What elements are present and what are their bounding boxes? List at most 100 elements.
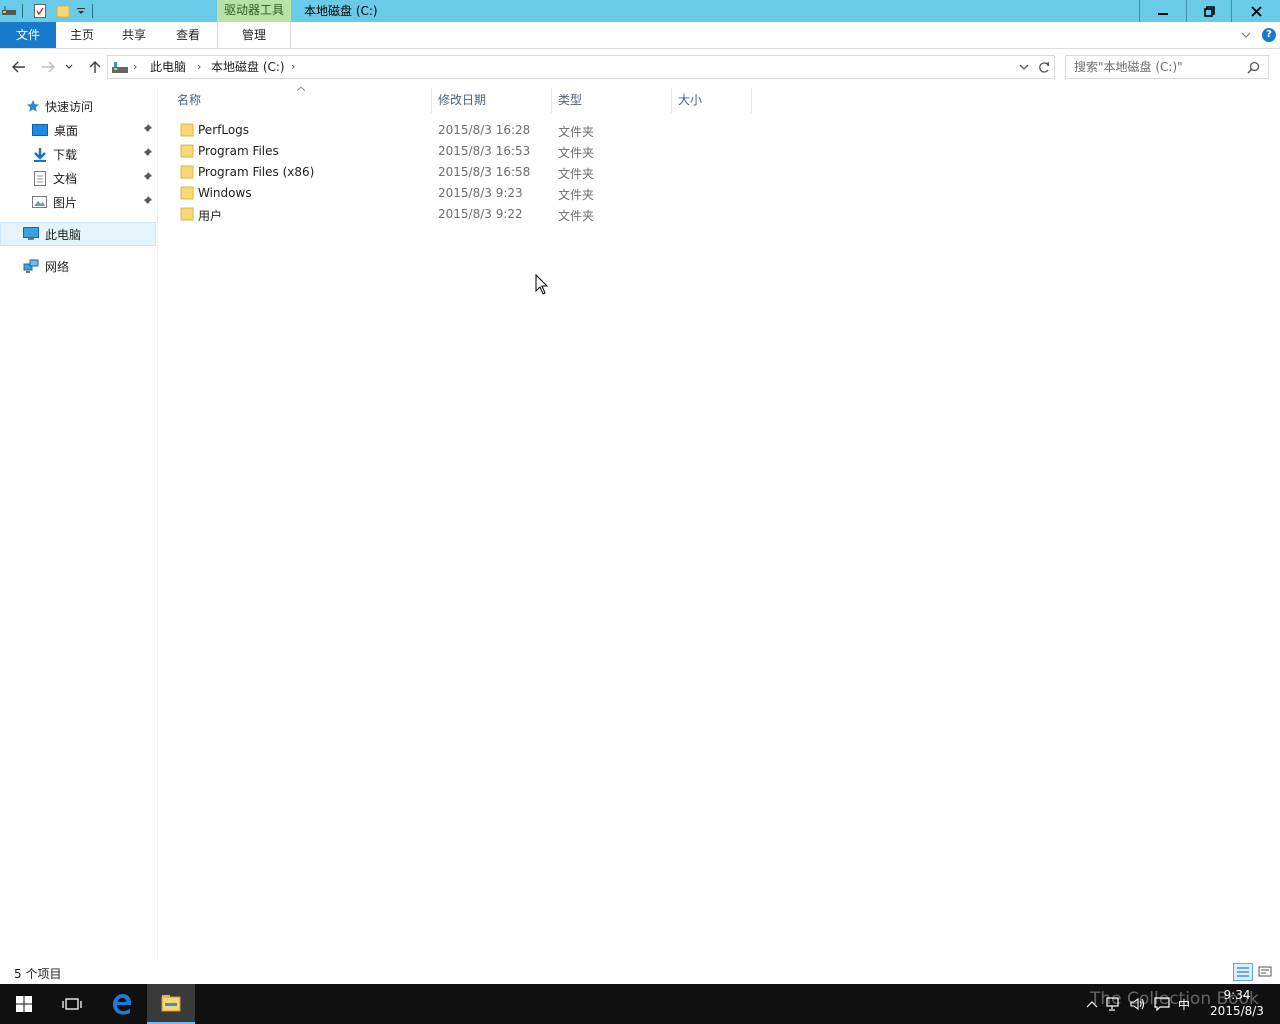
nav-label: 下载 (53, 147, 78, 162)
ribbon-tab-bar: 文件 主页 共享 查看 管理 ? (0, 22, 1280, 49)
search-icon[interactable] (1247, 61, 1260, 74)
column-header-type[interactable]: 类型 (552, 88, 672, 113)
back-button[interactable] (9, 58, 29, 76)
column-header-size[interactable]: 大小 (672, 88, 752, 113)
sort-ascending-icon (297, 86, 305, 91)
clock[interactable]: 9:34 2015/8/3 (1208, 987, 1266, 1019)
start-button[interactable] (0, 984, 48, 1024)
clock-time: 9:34 (1223, 988, 1251, 1002)
forward-button[interactable] (38, 58, 58, 76)
file-date: 2015/8/3 16:28 (438, 123, 531, 137)
restore-button[interactable] (1186, 0, 1232, 22)
file-name: Windows (198, 186, 252, 200)
chevron-down-icon (65, 64, 73, 69)
column-header-date[interactable]: 修改日期 (432, 88, 552, 113)
nav-this-pc[interactable]: 此电脑 (0, 222, 156, 246)
close-icon (1250, 5, 1262, 17)
file-row[interactable]: PerfLogs 2015/8/3 16:28 文件夹 (160, 120, 760, 141)
folder-icon (180, 144, 194, 158)
clock-date: 2015/8/3 (1210, 1004, 1264, 1018)
nav-label: 快速访问 (45, 99, 94, 114)
up-button[interactable] (85, 58, 105, 76)
status-bar: 5 个项目 (0, 961, 1280, 983)
nav-documents[interactable]: 文档 (0, 166, 156, 190)
file-row[interactable]: 用户 2015/8/3 9:22 文件夹 (160, 204, 760, 225)
breadcrumb-separator[interactable]: › (197, 60, 201, 74)
expand-ribbon-icon[interactable] (1240, 29, 1252, 41)
edge-browser-button[interactable] (98, 984, 146, 1024)
column-header-row: 名称 修改日期 类型 大小 (160, 88, 752, 113)
tab-manage[interactable]: 管理 (217, 22, 291, 48)
edge-icon (113, 994, 131, 1015)
task-view-button[interactable] (48, 984, 96, 1024)
folder-icon (180, 123, 194, 137)
file-type: 文件夹 (558, 188, 595, 202)
details-view-button[interactable] (1233, 963, 1253, 981)
tab-view[interactable]: 查看 (160, 22, 216, 48)
network-icon (23, 259, 39, 273)
file-type: 文件夹 (558, 167, 595, 181)
column-header-name[interactable]: 名称 (160, 88, 432, 113)
customize-toolbar-icon[interactable] (76, 3, 86, 19)
details-view-icon (1237, 967, 1249, 977)
navigation-pane: 快速访问 桌面 下载 文档 图片 此电脑 网络 (0, 88, 158, 960)
taskbar: The Collection Book 中 9:34 2015/8/3 (0, 984, 1280, 1024)
pin-icon[interactable] (141, 123, 153, 135)
nav-network[interactable]: 网络 (0, 254, 156, 278)
context-tab-group-label: 驱动器工具 (217, 0, 291, 22)
help-icon[interactable]: ? (1262, 28, 1276, 42)
address-history-dropdown-icon[interactable] (1019, 64, 1029, 71)
nav-desktop[interactable]: 桌面 (0, 118, 156, 142)
volume-icon[interactable] (1130, 997, 1146, 1011)
folder-icon (180, 186, 194, 200)
tab-home[interactable]: 主页 (56, 22, 108, 48)
file-type: 文件夹 (558, 146, 595, 160)
breadcrumb-this-pc[interactable]: 此电脑 (150, 60, 186, 74)
star-icon (27, 100, 39, 112)
forward-arrow-icon (42, 61, 55, 73)
download-icon (34, 147, 46, 162)
pin-icon[interactable] (141, 195, 153, 207)
new-folder-icon[interactable] (56, 3, 70, 19)
search-input[interactable] (1074, 59, 1244, 75)
picture-icon (32, 196, 47, 208)
input-method-indicator[interactable]: 中 (1178, 996, 1190, 1013)
file-explorer-button[interactable] (147, 984, 195, 1024)
pin-icon[interactable] (141, 147, 153, 159)
breadcrumb-separator[interactable]: › (291, 60, 295, 74)
nav-downloads[interactable]: 下载 (0, 142, 156, 166)
file-date: 2015/8/3 16:58 (438, 165, 531, 179)
tab-file[interactable]: 文件 (0, 22, 56, 48)
folder-icon (180, 165, 194, 179)
minimize-button[interactable] (1140, 0, 1186, 22)
action-center-icon[interactable] (1154, 997, 1170, 1011)
network-status-icon[interactable] (1106, 997, 1122, 1011)
file-name: Program Files (x86) (198, 165, 315, 179)
drive-icon[interactable] (2, 3, 16, 19)
nav-quick-access[interactable]: 快速访问 (0, 94, 156, 118)
task-view-icon (62, 998, 82, 1010)
file-explorer-icon (161, 995, 181, 1012)
restore-icon (1203, 5, 1215, 17)
file-row[interactable]: Program Files (x86) 2015/8/3 16:58 文件夹 (160, 162, 760, 183)
mouse-cursor-icon (535, 274, 549, 295)
recent-locations-button[interactable] (62, 58, 76, 76)
tab-share[interactable]: 共享 (108, 22, 160, 48)
nav-pictures[interactable]: 图片 (0, 190, 156, 214)
close-button[interactable] (1232, 0, 1280, 22)
breadcrumb-local-disk[interactable]: 本地磁盘 (C:) (211, 60, 285, 74)
properties-icon[interactable] (34, 3, 46, 19)
breadcrumb-separator[interactable]: › (133, 60, 137, 74)
address-bar[interactable]: › 此电脑 › 本地磁盘 (C:) › (107, 55, 1055, 79)
back-arrow-icon (12, 61, 25, 73)
refresh-icon[interactable] (1038, 61, 1051, 74)
pin-icon[interactable] (141, 171, 153, 183)
show-hidden-icons-icon[interactable] (1086, 1000, 1098, 1008)
search-box[interactable] (1065, 55, 1269, 79)
file-row[interactable]: Program Files 2015/8/3 16:53 文件夹 (160, 141, 760, 162)
file-date: 2015/8/3 9:23 (438, 186, 523, 200)
large-icons-view-icon (1258, 966, 1272, 977)
file-row[interactable]: Windows 2015/8/3 9:23 文件夹 (160, 183, 760, 204)
large-icons-view-button[interactable] (1256, 963, 1276, 981)
folder-icon (180, 207, 194, 221)
